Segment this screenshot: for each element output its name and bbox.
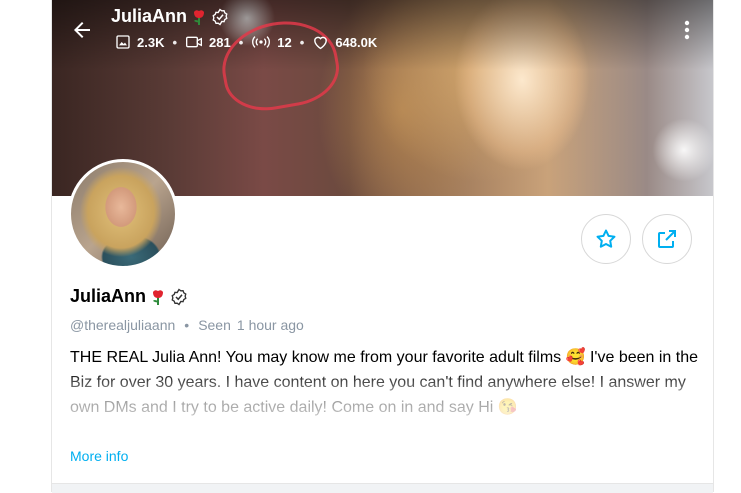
share-icon (658, 230, 676, 248)
profile-card: JuliaAnn 2.3K • 281 • 12 • 648.0K JuliaA… (51, 0, 714, 493)
arrow-left-icon (74, 22, 90, 38)
profile-bio: THE REAL Julia Ann! You may know me from… (70, 349, 699, 416)
rose-icon (153, 289, 164, 305)
header-name: JuliaAnn (111, 6, 229, 27)
back-button[interactable] (70, 18, 94, 42)
last-seen-time: 1 hour ago (236, 317, 304, 333)
verified-badge-icon (212, 8, 228, 25)
stat-videos: 281 (185, 34, 231, 50)
heart-icon (314, 36, 328, 50)
likes-count: 648.0K (335, 34, 378, 50)
page: JuliaAnn 2.3K • 281 • 12 • 648.0K JuliaA… (0, 0, 741, 493)
star-icon (596, 229, 616, 248)
profile-stats: 2.3K • 281 • 12 • 648.0K (115, 34, 377, 50)
streams-count: 12 (277, 34, 292, 50)
more-vertical-icon (684, 20, 690, 40)
profile-name: JuliaAnn (70, 286, 188, 307)
handle-row: @therealjuliaann • Seen 1 hour ago (70, 317, 304, 333)
image-icon (116, 35, 130, 49)
more-options-button[interactable] (675, 18, 699, 42)
add-to-favorites-button[interactable] (581, 214, 631, 264)
videos-count: 281 (209, 34, 231, 50)
avatar[interactable] (68, 159, 178, 269)
stat-photos: 2.3K (115, 34, 164, 50)
more-info-link[interactable]: More info (70, 448, 128, 464)
stat-streams: 12 (251, 34, 292, 50)
video-icon (186, 36, 203, 48)
username-handle: @therealjuliaann (70, 317, 176, 333)
display-name: JuliaAnn (70, 286, 147, 306)
header-display-name: JuliaAnn (111, 6, 188, 26)
photos-count: 2.3K (137, 34, 165, 50)
stat-likes: 648.0K (312, 34, 377, 50)
broadcast-icon (252, 36, 271, 48)
verified-badge-icon (171, 288, 187, 305)
rose-icon (194, 9, 205, 25)
last-seen-label: Seen (198, 317, 231, 333)
share-profile-button[interactable] (642, 214, 692, 264)
